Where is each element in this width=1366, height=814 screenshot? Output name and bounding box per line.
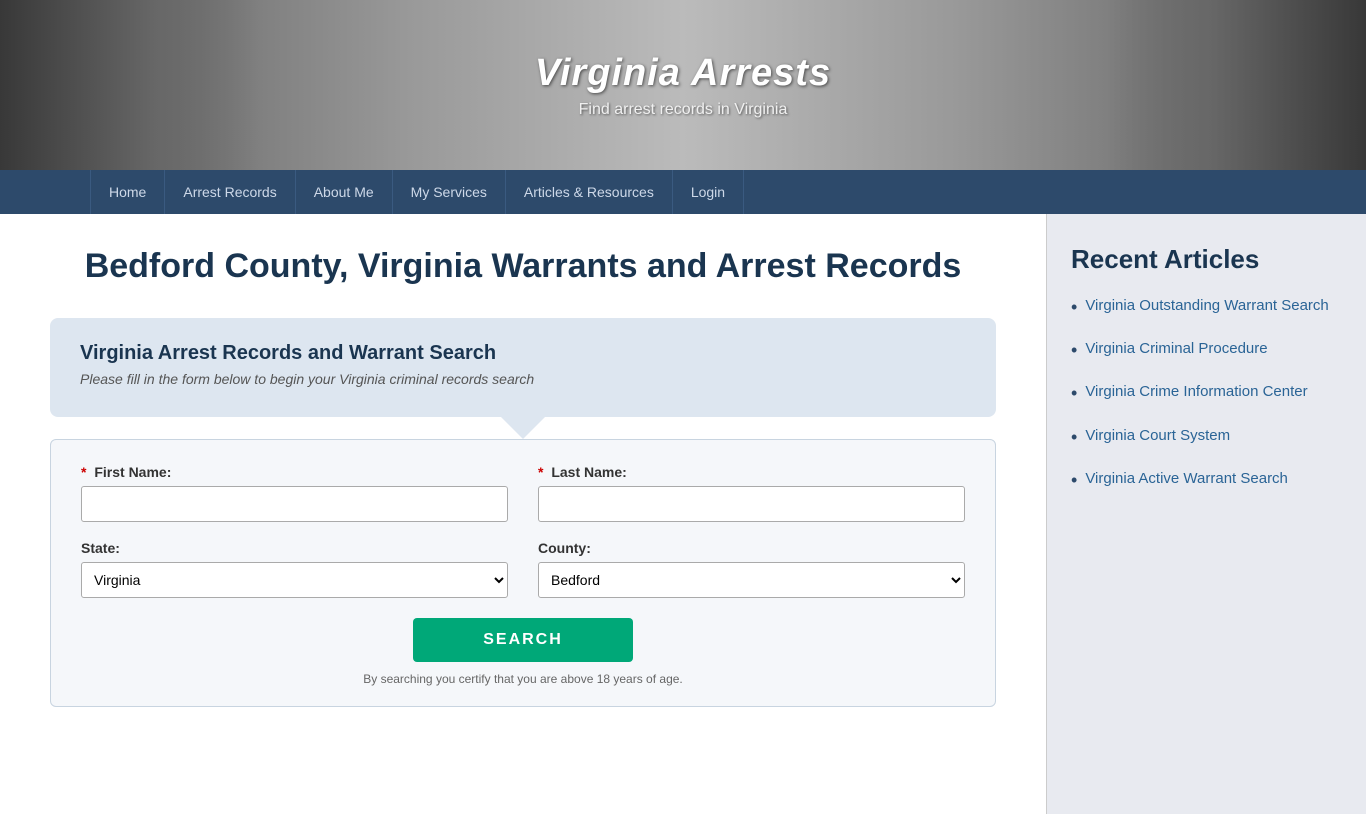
last-name-label: * Last Name: bbox=[538, 464, 965, 480]
search-box-arrow bbox=[501, 417, 545, 439]
last-name-required-star: * bbox=[538, 464, 543, 480]
bullet-icon: • bbox=[1071, 295, 1077, 320]
article-link-4[interactable]: Virginia Active Warrant Search bbox=[1085, 468, 1288, 489]
sidebar-title: Recent Articles bbox=[1071, 244, 1342, 275]
search-box-title: Virginia Arrest Records and Warrant Sear… bbox=[80, 342, 966, 365]
name-row: * First Name: * Last Name: bbox=[81, 464, 965, 522]
site-header: Virginia Arrests Find arrest records in … bbox=[0, 0, 1366, 170]
search-box-subtitle: Please fill in the form below to begin y… bbox=[80, 371, 966, 387]
search-button[interactable]: SEARCH bbox=[413, 618, 633, 662]
list-item: • Virginia Crime Information Center bbox=[1071, 381, 1342, 406]
page-wrapper: Bedford County, Virginia Warrants and Ar… bbox=[0, 214, 1366, 814]
nav-my-services[interactable]: My Services bbox=[393, 170, 506, 214]
article-link-0[interactable]: Virginia Outstanding Warrant Search bbox=[1085, 295, 1328, 316]
state-label: State: bbox=[81, 540, 508, 556]
main-nav: Home Arrest Records About Me My Services… bbox=[0, 170, 1366, 214]
bullet-icon: • bbox=[1071, 381, 1077, 406]
first-name-input[interactable] bbox=[81, 486, 508, 522]
first-name-label: * First Name: bbox=[81, 464, 508, 480]
article-link-3[interactable]: Virginia Court System bbox=[1085, 425, 1230, 446]
nav-articles-resources[interactable]: Articles & Resources bbox=[506, 170, 673, 214]
county-group: County: Bedford bbox=[538, 540, 965, 598]
bullet-icon: • bbox=[1071, 425, 1077, 450]
first-name-required-star: * bbox=[81, 464, 86, 480]
nav-arrest-records[interactable]: Arrest Records bbox=[165, 170, 295, 214]
state-select[interactable]: Virginia bbox=[81, 562, 508, 598]
article-link-2[interactable]: Virginia Crime Information Center bbox=[1085, 381, 1307, 402]
list-item: • Virginia Criminal Procedure bbox=[1071, 338, 1342, 363]
bullet-icon: • bbox=[1071, 468, 1077, 493]
list-item: • Virginia Court System bbox=[1071, 425, 1342, 450]
nav-login[interactable]: Login bbox=[673, 170, 744, 214]
list-item: • Virginia Active Warrant Search bbox=[1071, 468, 1342, 493]
nav-about-me[interactable]: About Me bbox=[296, 170, 393, 214]
first-name-group: * First Name: bbox=[81, 464, 508, 522]
article-link-1[interactable]: Virginia Criminal Procedure bbox=[1085, 338, 1267, 359]
bullet-icon: • bbox=[1071, 338, 1077, 363]
last-name-group: * Last Name: bbox=[538, 464, 965, 522]
main-content: Bedford County, Virginia Warrants and Ar… bbox=[0, 214, 1046, 814]
form-disclaimer: By searching you certify that you are ab… bbox=[81, 672, 965, 686]
list-item: • Virginia Outstanding Warrant Search bbox=[1071, 295, 1342, 320]
sidebar: Recent Articles • Virginia Outstanding W… bbox=[1046, 214, 1366, 814]
search-form: * First Name: * Last Name: State: bbox=[50, 439, 996, 707]
location-row: State: Virginia County: Bedford bbox=[81, 540, 965, 598]
search-box-header: Virginia Arrest Records and Warrant Sear… bbox=[50, 318, 996, 417]
page-title: Bedford County, Virginia Warrants and Ar… bbox=[50, 244, 996, 288]
recent-articles-list: • Virginia Outstanding Warrant Search • … bbox=[1071, 295, 1342, 493]
county-select[interactable]: Bedford bbox=[538, 562, 965, 598]
county-label: County: bbox=[538, 540, 965, 556]
site-subtitle: Find arrest records in Virginia bbox=[535, 101, 831, 119]
last-name-input[interactable] bbox=[538, 486, 965, 522]
state-group: State: Virginia bbox=[81, 540, 508, 598]
header-text-block: Virginia Arrests Find arrest records in … bbox=[535, 52, 831, 119]
nav-home[interactable]: Home bbox=[90, 170, 165, 214]
site-title: Virginia Arrests bbox=[535, 52, 831, 95]
